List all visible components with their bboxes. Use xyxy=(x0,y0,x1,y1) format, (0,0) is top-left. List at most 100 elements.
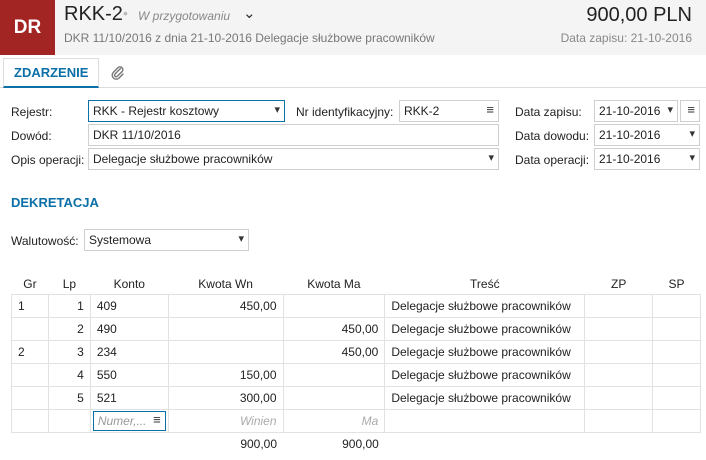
cell-kwota-ma[interactable] xyxy=(282,362,386,387)
opis-operacji-select[interactable]: Delegacje służbowe pracowników ▾ xyxy=(88,148,499,170)
cell-tresc[interactable]: Delegacje służbowe pracowników xyxy=(384,385,586,410)
data-zapisu-label: Data zapisu: xyxy=(515,105,582,119)
chevron-down-icon: ▾ xyxy=(488,152,494,164)
cell-sp[interactable] xyxy=(652,362,701,387)
table-row[interactable]: 4 550 150,00 Delegacje służbowe pracowni… xyxy=(11,362,701,387)
cell-kwota-ma[interactable] xyxy=(282,293,386,318)
cell-konto[interactable]: 490 xyxy=(89,316,169,341)
cell-lp[interactable]: 1 xyxy=(47,293,91,318)
cell-sp[interactable] xyxy=(652,293,701,318)
data-zapisu-value: 21-10-2016 xyxy=(599,104,661,118)
cell-konto[interactable]: 550 xyxy=(89,362,169,387)
cell-sp[interactable] xyxy=(652,316,701,341)
document-amount: 900,00 PLN xyxy=(586,4,692,26)
cell-gr[interactable]: 2 xyxy=(11,339,49,364)
document-type-badge: DR xyxy=(0,0,55,55)
column-header-tresc[interactable]: Treść xyxy=(385,274,585,294)
new-entry-row[interactable]: Numer,... ≡ Winien Ma xyxy=(11,408,701,433)
cell-sp[interactable] xyxy=(652,339,701,364)
chevron-down-icon[interactable]: ⌄ xyxy=(243,4,256,22)
attachment-icon[interactable] xyxy=(106,61,130,85)
kwota-ma-input[interactable]: Ma xyxy=(282,408,386,433)
totals-spacer xyxy=(585,432,653,455)
cell-tresc[interactable]: Delegacje służbowe pracowników xyxy=(384,362,586,387)
cell-sp[interactable] xyxy=(652,408,701,433)
list-menu-icon[interactable]: ≡ xyxy=(153,412,161,427)
cell-zp[interactable] xyxy=(584,408,654,433)
cell-gr[interactable]: 1 xyxy=(11,293,49,318)
cell-kwota-ma[interactable]: 450,00 xyxy=(282,316,386,341)
cell-kwota-wn[interactable]: 300,00 xyxy=(167,385,284,410)
cell-zp[interactable] xyxy=(584,316,654,341)
cell-tresc[interactable]: Delegacje służbowe pracowników xyxy=(384,316,586,341)
cell-tresc[interactable]: Delegacje służbowe pracowników xyxy=(384,293,586,318)
cell-gr[interactable] xyxy=(11,408,49,433)
cell-lp[interactable] xyxy=(47,408,91,433)
cell-konto[interactable]: 234 xyxy=(89,339,169,364)
cell-zp[interactable] xyxy=(584,385,654,410)
table-row[interactable]: 5 521 300,00 Delegacje służbowe pracowni… xyxy=(11,385,701,410)
column-header-konto[interactable]: Konto xyxy=(90,274,168,294)
cell-sp[interactable] xyxy=(652,385,701,410)
totals-spacer xyxy=(48,432,90,455)
table-row[interactable]: 2 3 234 450,00 Delegacje służbowe pracow… xyxy=(11,339,701,364)
cell-lp[interactable]: 4 xyxy=(47,362,91,387)
column-header-sp[interactable]: SP xyxy=(653,274,701,294)
chevron-down-icon: ▾ xyxy=(689,152,695,164)
cell-zp[interactable] xyxy=(584,362,654,387)
cell-zp[interactable] xyxy=(584,293,654,318)
table-row[interactable]: 1 1 409 450,00 Delegacje służbowe pracow… xyxy=(11,293,701,318)
column-header-kwota-ma[interactable]: Kwota Ma xyxy=(283,274,385,294)
cell-konto[interactable]: Numer,... ≡ xyxy=(89,408,169,433)
cell-kwota-wn[interactable] xyxy=(167,316,284,341)
column-header-gr[interactable]: Gr xyxy=(12,274,49,294)
cell-lp[interactable]: 5 xyxy=(47,385,91,410)
cell-lp[interactable]: 3 xyxy=(47,339,91,364)
document-title: RKK-2 xyxy=(64,3,123,25)
cell-kwota-wn[interactable]: 150,00 xyxy=(167,362,284,387)
dowod-label: Dowód: xyxy=(11,129,52,143)
chevron-down-icon: ▾ xyxy=(238,233,244,245)
column-header-zp[interactable]: ZP xyxy=(585,274,653,294)
cell-konto[interactable]: 409 xyxy=(89,293,169,318)
data-operacji-field[interactable]: 21-10-2016 ▾ xyxy=(594,148,700,170)
data-dowodu-label: Data dowodu: xyxy=(515,129,590,143)
column-header-kwota-wn[interactable]: Kwota Wn xyxy=(168,274,283,294)
nr-identyfikacyjny-field[interactable]: RKK-2 ≡ xyxy=(399,100,499,122)
table-row[interactable]: 2 490 450,00 Delegacje służbowe pracowni… xyxy=(11,316,701,341)
section-title-dekretacja: DEKRETACJA xyxy=(11,195,99,210)
konto-input[interactable]: Numer,... ≡ xyxy=(92,410,166,431)
nr-identyfikacyjny-label: Nr identyfikacyjny: xyxy=(296,105,394,119)
kwota-wn-input[interactable]: Winien xyxy=(167,408,284,433)
cell-kwota-ma[interactable] xyxy=(282,385,386,410)
total-kwota-wn: 900,00 xyxy=(240,436,278,451)
cell-gr[interactable] xyxy=(11,316,49,341)
walutowosc-select[interactable]: Systemowa ▾ xyxy=(84,229,249,251)
dekretacja-table: Gr Lp Konto Kwota Wn Kwota Ma Treść ZP S… xyxy=(11,274,701,455)
opis-operacji-label: Opis operacji: xyxy=(11,153,85,167)
cell-tresc[interactable]: Delegacje służbowe pracowników xyxy=(384,339,586,364)
column-header-lp[interactable]: Lp xyxy=(48,274,90,294)
data-operacji-value: 21-10-2016 xyxy=(599,152,661,166)
totals-spacer xyxy=(90,432,168,455)
totals-spacer xyxy=(12,432,49,455)
cell-zp[interactable] xyxy=(584,339,654,364)
dowod-field[interactable]: DKR 11/10/2016 xyxy=(88,124,499,146)
cell-tresc[interactable] xyxy=(384,408,586,433)
chevron-down-icon: ▾ xyxy=(274,104,280,116)
cell-konto[interactable]: 521 xyxy=(89,385,169,410)
cell-kwota-ma[interactable]: 450,00 xyxy=(282,339,386,364)
cell-kwota-wn[interactable]: 450,00 xyxy=(167,293,284,318)
data-zapisu-menu-button[interactable]: ≡ xyxy=(680,100,700,122)
cell-kwota-wn[interactable] xyxy=(167,339,284,364)
cell-gr[interactable] xyxy=(11,385,49,410)
tab-zdarzenie[interactable]: ZDARZENIE xyxy=(3,58,100,88)
rejestr-select[interactable]: RKK - Rejestr kosztowy ▾ xyxy=(88,100,285,122)
cell-lp[interactable]: 2 xyxy=(47,316,91,341)
data-dowodu-field[interactable]: 21-10-2016 ▾ xyxy=(594,124,700,146)
walutowosc-value: Systemowa xyxy=(89,233,152,247)
list-menu-icon[interactable]: ≡ xyxy=(486,102,494,117)
cell-gr[interactable] xyxy=(11,362,49,387)
data-zapisu-field[interactable]: 21-10-2016 ▾ xyxy=(594,100,678,122)
table-header-row: Gr Lp Konto Kwota Wn Kwota Ma Treść ZP S… xyxy=(11,274,701,294)
